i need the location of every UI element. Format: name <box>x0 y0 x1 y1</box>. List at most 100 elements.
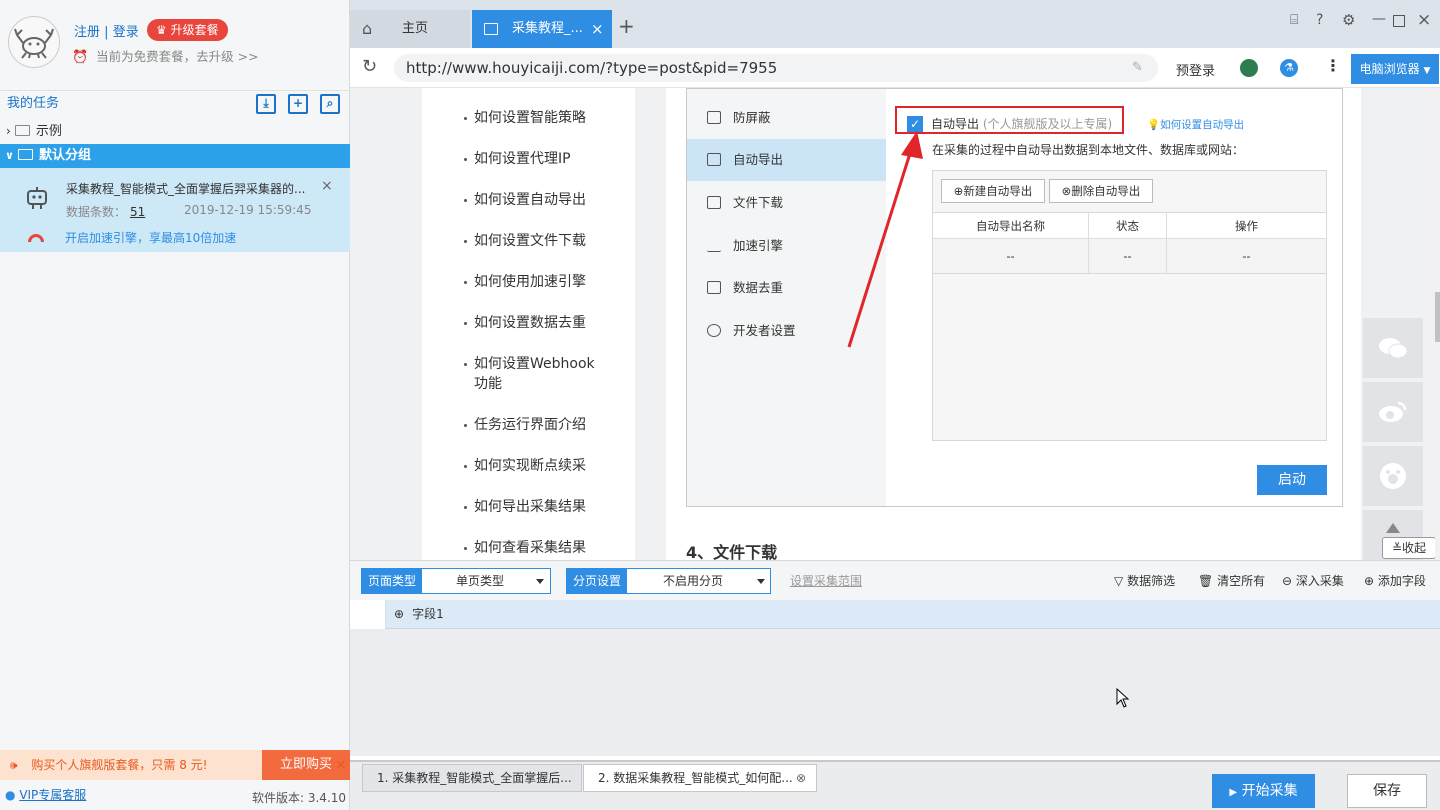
close-window-icon[interactable]: × <box>1417 10 1431 30</box>
weibo-share-icon[interactable] <box>1363 382 1423 442</box>
trash-icon: 🗑 <box>1198 574 1214 588</box>
toc-item[interactable]: 如何设置文件下载 <box>464 231 634 251</box>
close-icon[interactable]: × <box>321 178 333 194</box>
auth-links: 注册 | 登录 <box>74 21 139 40</box>
new-task-icon[interactable]: + <box>288 94 308 114</box>
browser-mode-dropdown[interactable]: 电脑浏览器 ▼ <box>1351 54 1439 84</box>
start-collect-button[interactable]: ▶ 开始采集 <box>1212 774 1315 808</box>
upgrade-button[interactable]: ♛ 升级套餐 <box>147 19 228 41</box>
export-table: 自动导出名称 状态 操作 -- -- -- <box>933 212 1326 274</box>
toc-sidebar: 如何设置智能策略 如何设置代理IP 如何设置自动导出 如何设置文件下载 如何使用… <box>422 88 635 560</box>
set-range-link[interactable]: 设置采集范围 <box>790 561 862 601</box>
close-tab-icon[interactable]: ⊗ <box>796 765 806 791</box>
url-field[interactable]: http://www.houyicaiji.com/?type=post&pid… <box>394 54 1158 82</box>
task-tab[interactable]: 1. 采集教程_智能模式_全面掌握后... <box>362 764 582 792</box>
task-count-value[interactable]: 51 <box>130 205 145 219</box>
delete-export-label: 删除自动导出 <box>1071 184 1141 198</box>
start-button: 启动 <box>1257 465 1327 495</box>
minimize-icon[interactable]: — <box>1372 11 1386 27</box>
caret-down-icon <box>757 579 765 584</box>
search-task-icon[interactable]: ⌕ <box>320 94 340 114</box>
toc-item[interactable]: 如何使用加速引擎 <box>464 272 634 292</box>
register-link[interactable]: 注册 <box>74 25 100 40</box>
avatar[interactable] <box>8 16 60 68</box>
baidu-share-icon[interactable] <box>1363 446 1423 506</box>
extension-icon[interactable] <box>1240 59 1258 77</box>
crab-logo-icon <box>14 28 54 59</box>
col-header: 操作 <box>1167 213 1326 239</box>
scrollbar-thumb[interactable] <box>1435 292 1440 342</box>
plan-status[interactable]: ⏰ 当前为免费套餐，去升级 >> <box>72 46 259 65</box>
clear-all-button[interactable]: 🗑 清空所有 <box>1198 561 1265 601</box>
qq-penguin-icon: ● <box>5 788 16 802</box>
delete-export-button: ⊗删除自动导出 <box>1049 179 1153 203</box>
double-chevron-down-icon: ≚ <box>1391 541 1403 555</box>
row-selector[interactable] <box>350 600 386 629</box>
toc-item[interactable]: 如何设置数据去重 <box>464 313 634 333</box>
page-type-value: 单页类型 <box>456 574 505 588</box>
add-field-label: 添加字段 <box>1377 574 1426 588</box>
add-field-button[interactable]: ⊕ 添加字段 <box>1364 561 1426 601</box>
new-tab-icon[interactable]: + <box>618 16 635 36</box>
group-label: 默认分组 <box>38 148 91 163</box>
toc-item[interactable]: 如何设置Webhook功能 <box>464 354 599 394</box>
wechat-share-icon[interactable] <box>1363 318 1423 378</box>
checkbox-text: 自动导出 <box>931 117 980 131</box>
help-link-text: 如何设置自动导出 <box>1160 119 1245 131</box>
task-tab-label: 2. 数据采集教程_智能模式_如何配... <box>598 771 793 785</box>
filter-button[interactable]: ▽ 数据筛选 <box>1114 561 1175 601</box>
address-bar: ↻ http://www.houyicaiji.com/?type=post&p… <box>350 48 1440 88</box>
toc-item[interactable]: 如何设置自动导出 <box>464 190 634 210</box>
flask-icon[interactable]: ⚗ <box>1280 59 1298 77</box>
import-task-icon[interactable]: ⤓ <box>256 94 276 114</box>
reload-icon[interactable]: ↻ <box>362 56 377 77</box>
field-column-header[interactable]: ⊕ 字段1 <box>394 600 444 629</box>
scrollbar[interactable] <box>1435 88 1440 560</box>
toc-item[interactable]: 如何设置智能策略 <box>464 108 634 128</box>
auth-separator: | <box>104 25 109 40</box>
tab-active[interactable]: 采集教程_... × <box>472 10 612 48</box>
task-tab-active[interactable]: 2. 数据采集教程_智能模式_如何配... ⊗ <box>583 764 817 792</box>
tab-home[interactable]: ⌂ 主页 <box>350 10 470 48</box>
group-default[interactable]: ∨ 默认分组 <box>0 144 350 168</box>
browser-mode-label: 电脑浏览器 <box>1359 62 1420 76</box>
boost-link[interactable]: 开启加速引擎，享最高10倍加速 <box>65 229 236 246</box>
web-content: 如何设置智能策略 如何设置代理IP 如何设置自动导出 如何设置文件下载 如何使用… <box>350 88 1435 560</box>
task-count-label: 数据条数： <box>66 205 127 219</box>
task-card[interactable]: 采集教程_智能模式_全面掌握后羿采集器的... × 数据条数： 51 2019-1… <box>0 168 350 252</box>
plan-status-text: 当前为免费套餐，去升级 >> <box>96 49 259 64</box>
promo-close-icon[interactable]: × <box>335 757 347 773</box>
page-type-select[interactable]: 页面类型 单页类型 <box>361 568 551 594</box>
deep-collect-button[interactable]: ⊖ 深入采集 <box>1282 561 1344 601</box>
collapse-label: 收起 <box>1402 541 1427 555</box>
close-tab-icon[interactable]: × <box>591 10 604 48</box>
task-timestamp: 2019-12-19 15:59:45 <box>184 203 312 217</box>
pagination-label: 分页设置 <box>567 569 628 593</box>
edit-icon[interactable]: ✎ <box>1132 54 1143 82</box>
config-toolbar: 页面类型 单页类型 分页设置 不启用分页 设置采集范围 ▽ 数据筛选 🗑 清空所… <box>350 560 1440 600</box>
collapse-button[interactable]: ≚收起 <box>1382 537 1435 559</box>
gift-icon[interactable]: ⌸ <box>1290 12 1298 28</box>
col-header: 自动导出名称 <box>933 213 1089 239</box>
group-example[interactable]: › 示例 <box>0 119 350 143</box>
chevron-right-icon: › <box>6 124 11 138</box>
toc-item[interactable]: 如何实现断点续采 <box>464 456 634 476</box>
login-link[interactable]: 登录 <box>113 25 139 40</box>
more-menu-icon[interactable]: ⋮ <box>1325 56 1341 75</box>
toc-item[interactable]: 任务运行界面介绍 <box>464 415 634 435</box>
help-icon[interactable]: ? <box>1316 12 1323 28</box>
home-icon: ⌂ <box>362 19 373 38</box>
toc-item[interactable]: 如何查看采集结果 <box>464 538 634 558</box>
toc-item[interactable]: 如何导出采集结果 <box>464 497 634 517</box>
pagination-select[interactable]: 分页设置 不启用分页 <box>566 568 771 594</box>
toc-item[interactable]: 如何设置代理IP <box>464 149 634 169</box>
save-button[interactable]: 保存 <box>1347 774 1427 808</box>
list-icon <box>707 281 721 294</box>
mouse-cursor-icon <box>1116 688 1130 708</box>
vip-service[interactable]: ● VIP专属客服 <box>0 786 86 803</box>
gear-icon[interactable]: ⚙ <box>1342 11 1355 29</box>
tutorial-screenshot: 防屏蔽 自动导出 文件下载 加速引擎 数据去重 开发者设置 ✓ 自动导出 (个人… <box>686 88 1343 507</box>
prelogin-button[interactable]: 预登录 <box>1176 60 1215 79</box>
tab-label: 主页 <box>402 21 429 36</box>
maximize-icon[interactable] <box>1393 15 1405 27</box>
